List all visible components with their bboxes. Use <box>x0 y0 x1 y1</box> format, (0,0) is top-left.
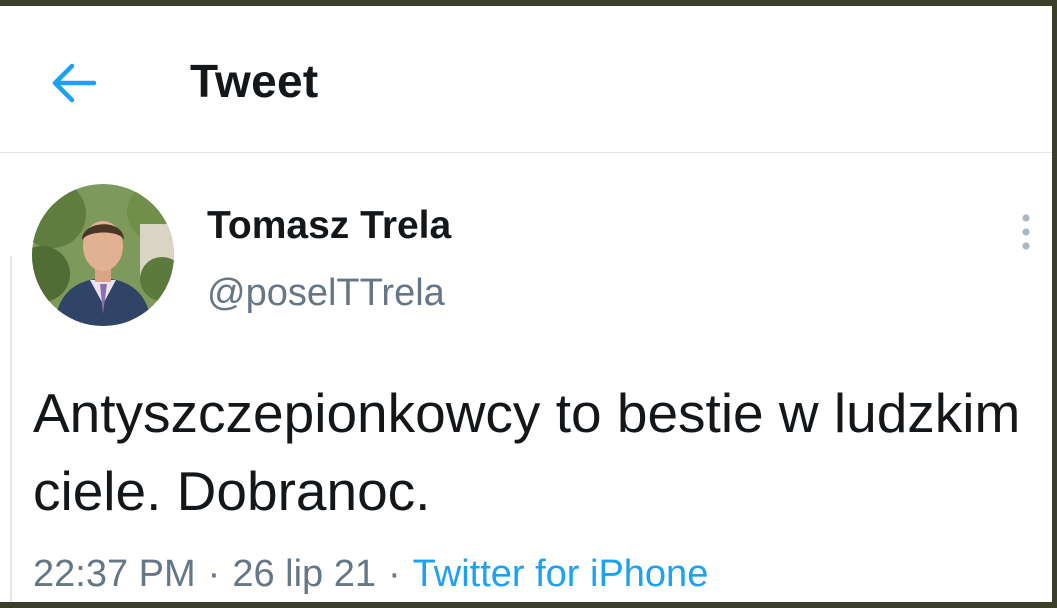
tweet-date: 26 lip 21 <box>232 553 376 595</box>
tweet-text: Antyszczepionkowcy to bestie w ludzkim c… <box>33 382 1021 522</box>
meta-separator: · <box>387 553 401 595</box>
tweet-time: 22:37 PM <box>33 553 196 595</box>
meta-separator: · <box>207 553 221 595</box>
tweet-source-link[interactable]: Twitter for iPhone <box>413 553 709 595</box>
more-options-button[interactable] <box>1014 212 1038 252</box>
author-name[interactable]: Tomasz Trela <box>207 204 451 248</box>
vertical-dots-icon <box>1022 214 1030 250</box>
page-title: Tweet <box>190 55 319 107</box>
avatar[interactable] <box>32 184 174 326</box>
tweet-screen: Tweet Tomasz Trela @poselTTrela Antyszcz… <box>0 6 1052 602</box>
tweet-meta: 22:37 PM · 26 lip 21 · Twitter for iPhone <box>33 553 708 596</box>
arrow-left-icon <box>52 63 97 103</box>
author-handle[interactable]: @poselTTrela <box>207 272 445 315</box>
top-bar: Tweet <box>0 6 1052 153</box>
back-button[interactable] <box>50 62 98 104</box>
thread-divider <box>10 256 12 602</box>
